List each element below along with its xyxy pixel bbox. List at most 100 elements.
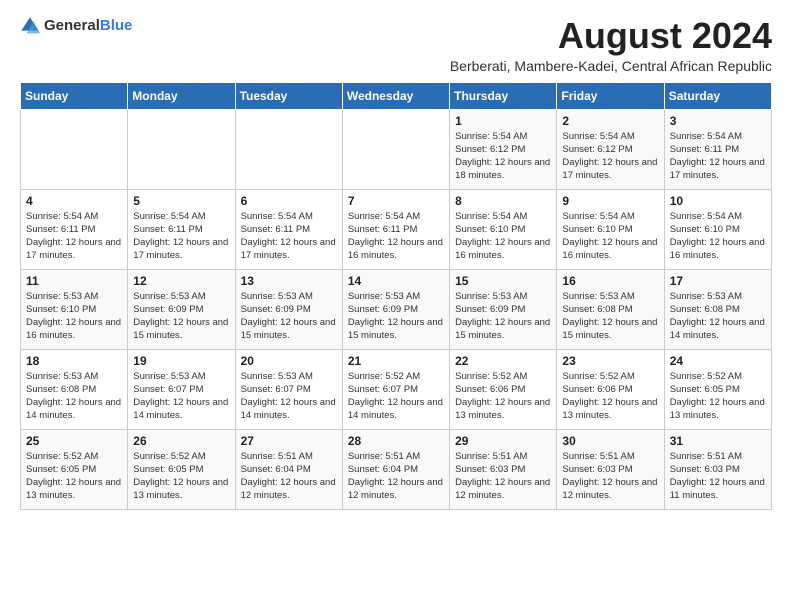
day-info: Sunrise: 5:51 AMSunset: 6:04 PMDaylight:… bbox=[348, 450, 444, 503]
calendar-cell: 13 Sunrise: 5:53 AMSunset: 6:09 PMDayligh… bbox=[235, 269, 342, 349]
calendar-cell: 10 Sunrise: 5:54 AMSunset: 6:10 PMDayligh… bbox=[664, 189, 771, 269]
calendar-cell: 8 Sunrise: 5:54 AMSunset: 6:10 PMDaylight… bbox=[450, 189, 557, 269]
calendar-cell: 14 Sunrise: 5:53 AMSunset: 6:09 PMDayligh… bbox=[342, 269, 449, 349]
day-info: Sunrise: 5:54 AMSunset: 6:12 PMDaylight:… bbox=[455, 130, 551, 183]
day-info: Sunrise: 5:51 AMSunset: 6:03 PMDaylight:… bbox=[670, 450, 766, 503]
day-header-friday: Friday bbox=[557, 82, 664, 109]
day-number: 9 bbox=[562, 194, 658, 208]
calendar-cell: 19Sunrise: 5:53 AMSunset: 6:07 PMDayligh… bbox=[128, 349, 235, 429]
day-info: Sunrise: 5:52 AMSunset: 6:06 PMDaylight:… bbox=[562, 370, 658, 423]
day-info: Sunrise: 5:53 AMSunset: 6:07 PMDaylight:… bbox=[241, 370, 337, 423]
calendar-subtitle: Berberati, Mambere-Kadei, Central Africa… bbox=[450, 58, 772, 74]
calendar-cell: 11 Sunrise: 5:53 AMSunset: 6:10 PMDayligh… bbox=[21, 269, 128, 349]
calendar-cell: 7 Sunrise: 5:54 AMSunset: 6:11 PMDaylight… bbox=[342, 189, 449, 269]
day-info: Sunrise: 5:54 AMSunset: 6:11 PMDaylight:… bbox=[670, 130, 766, 183]
day-number: 17 bbox=[670, 274, 766, 288]
calendar-cell bbox=[235, 109, 342, 189]
day-header-tuesday: Tuesday bbox=[235, 82, 342, 109]
day-header-thursday: Thursday bbox=[450, 82, 557, 109]
day-number: 8 bbox=[455, 194, 551, 208]
day-info: Sunrise: 5:54 AMSunset: 6:11 PMDaylight:… bbox=[133, 210, 229, 263]
day-number: 2 bbox=[562, 114, 658, 128]
day-info: Sunrise: 5:54 AMSunset: 6:10 PMDaylight:… bbox=[562, 210, 658, 263]
calendar-cell: 15Sunrise: 5:53 AMSunset: 6:09 PMDayligh… bbox=[450, 269, 557, 349]
calendar-cell: 16 Sunrise: 5:53 AMSunset: 6:08 PMDayligh… bbox=[557, 269, 664, 349]
calendar-cell: 3 Sunrise: 5:54 AMSunset: 6:11 PMDaylight… bbox=[664, 109, 771, 189]
day-number: 10 bbox=[670, 194, 766, 208]
calendar-title: August 2024 bbox=[450, 16, 772, 56]
day-number: 20 bbox=[241, 354, 337, 368]
calendar-cell: 28 Sunrise: 5:51 AMSunset: 6:04 PMDayligh… bbox=[342, 429, 449, 509]
logo-icon bbox=[20, 16, 40, 36]
calendar-cell: 22 Sunrise: 5:52 AMSunset: 6:06 PMDayligh… bbox=[450, 349, 557, 429]
week-row-5: 25Sunrise: 5:52 AMSunset: 6:05 PMDayligh… bbox=[21, 429, 772, 509]
week-row-1: 1 Sunrise: 5:54 AMSunset: 6:12 PMDaylight… bbox=[21, 109, 772, 189]
day-info: Sunrise: 5:54 AMSunset: 6:11 PMDaylight:… bbox=[348, 210, 444, 263]
calendar-cell: 20 Sunrise: 5:53 AMSunset: 6:07 PMDayligh… bbox=[235, 349, 342, 429]
calendar-cell: 21Sunrise: 5:52 AMSunset: 6:07 PMDayligh… bbox=[342, 349, 449, 429]
day-info: Sunrise: 5:54 AMSunset: 6:10 PMDaylight:… bbox=[455, 210, 551, 263]
day-number: 6 bbox=[241, 194, 337, 208]
day-number: 31 bbox=[670, 434, 766, 448]
day-number: 5 bbox=[133, 194, 229, 208]
day-number: 30 bbox=[562, 434, 658, 448]
day-info: Sunrise: 5:53 AMSunset: 6:09 PMDaylight:… bbox=[241, 290, 337, 343]
day-number: 14 bbox=[348, 274, 444, 288]
day-info: Sunrise: 5:53 AMSunset: 6:09 PMDaylight:… bbox=[133, 290, 229, 343]
day-header-monday: Monday bbox=[128, 82, 235, 109]
day-number: 18 bbox=[26, 354, 122, 368]
week-row-2: 4 Sunrise: 5:54 AMSunset: 6:11 PMDaylight… bbox=[21, 189, 772, 269]
calendar-cell: 5 Sunrise: 5:54 AMSunset: 6:11 PMDaylight… bbox=[128, 189, 235, 269]
day-info: Sunrise: 5:54 AMSunset: 6:10 PMDaylight:… bbox=[670, 210, 766, 263]
calendar-cell: 18 Sunrise: 5:53 AMSunset: 6:08 PMDayligh… bbox=[21, 349, 128, 429]
calendar-cell: 1 Sunrise: 5:54 AMSunset: 6:12 PMDaylight… bbox=[450, 109, 557, 189]
day-info: Sunrise: 5:51 AMSunset: 6:03 PMDaylight:… bbox=[562, 450, 658, 503]
calendar-cell: 2 Sunrise: 5:54 AMSunset: 6:12 PMDaylight… bbox=[557, 109, 664, 189]
day-info: Sunrise: 5:53 AMSunset: 6:10 PMDaylight:… bbox=[26, 290, 122, 343]
day-number: 11 bbox=[26, 274, 122, 288]
week-row-4: 18 Sunrise: 5:53 AMSunset: 6:08 PMDayligh… bbox=[21, 349, 772, 429]
day-number: 12 bbox=[133, 274, 229, 288]
calendar-table: SundayMondayTuesdayWednesdayThursdayFrid… bbox=[20, 82, 772, 510]
day-number: 4 bbox=[26, 194, 122, 208]
day-info: Sunrise: 5:53 AMSunset: 6:09 PMDaylight:… bbox=[348, 290, 444, 343]
day-number: 3 bbox=[670, 114, 766, 128]
day-info: Sunrise: 5:53 AMSunset: 6:08 PMDaylight:… bbox=[562, 290, 658, 343]
day-info: Sunrise: 5:53 AMSunset: 6:08 PMDaylight:… bbox=[670, 290, 766, 343]
day-info: Sunrise: 5:52 AMSunset: 6:05 PMDaylight:… bbox=[133, 450, 229, 503]
day-info: Sunrise: 5:53 AMSunset: 6:08 PMDaylight:… bbox=[26, 370, 122, 423]
day-info: Sunrise: 5:52 AMSunset: 6:05 PMDaylight:… bbox=[670, 370, 766, 423]
day-number: 24 bbox=[670, 354, 766, 368]
calendar-cell: 27Sunrise: 5:51 AMSunset: 6:04 PMDayligh… bbox=[235, 429, 342, 509]
calendar-cell: 23Sunrise: 5:52 AMSunset: 6:06 PMDayligh… bbox=[557, 349, 664, 429]
day-number: 15 bbox=[455, 274, 551, 288]
day-info: Sunrise: 5:51 AMSunset: 6:04 PMDaylight:… bbox=[241, 450, 337, 503]
day-number: 19 bbox=[133, 354, 229, 368]
logo: GeneralBlue bbox=[20, 16, 132, 36]
calendar-cell: 17 Sunrise: 5:53 AMSunset: 6:08 PMDayligh… bbox=[664, 269, 771, 349]
calendar-cell: 26 Sunrise: 5:52 AMSunset: 6:05 PMDayligh… bbox=[128, 429, 235, 509]
day-number: 16 bbox=[562, 274, 658, 288]
day-number: 26 bbox=[133, 434, 229, 448]
day-number: 28 bbox=[348, 434, 444, 448]
day-number: 29 bbox=[455, 434, 551, 448]
day-number: 13 bbox=[241, 274, 337, 288]
day-info: Sunrise: 5:54 AMSunset: 6:12 PMDaylight:… bbox=[562, 130, 658, 183]
day-number: 7 bbox=[348, 194, 444, 208]
calendar-cell: 30 Sunrise: 5:51 AMSunset: 6:03 PMDayligh… bbox=[557, 429, 664, 509]
calendar-cell bbox=[128, 109, 235, 189]
day-number: 1 bbox=[455, 114, 551, 128]
day-number: 22 bbox=[455, 354, 551, 368]
day-header-saturday: Saturday bbox=[664, 82, 771, 109]
calendar-cell bbox=[342, 109, 449, 189]
week-row-3: 11 Sunrise: 5:53 AMSunset: 6:10 PMDayligh… bbox=[21, 269, 772, 349]
calendar-cell: 4Sunrise: 5:54 AMSunset: 6:11 PMDaylight… bbox=[21, 189, 128, 269]
day-info: Sunrise: 5:54 AMSunset: 6:11 PMDaylight:… bbox=[241, 210, 337, 263]
calendar-cell: 31 Sunrise: 5:51 AMSunset: 6:03 PMDayligh… bbox=[664, 429, 771, 509]
calendar-cell bbox=[21, 109, 128, 189]
day-header-sunday: Sunday bbox=[21, 82, 128, 109]
day-info: Sunrise: 5:52 AMSunset: 6:07 PMDaylight:… bbox=[348, 370, 444, 423]
calendar-cell: 29Sunrise: 5:51 AMSunset: 6:03 PMDayligh… bbox=[450, 429, 557, 509]
calendar-cell: 25Sunrise: 5:52 AMSunset: 6:05 PMDayligh… bbox=[21, 429, 128, 509]
day-info: Sunrise: 5:52 AMSunset: 6:06 PMDaylight:… bbox=[455, 370, 551, 423]
